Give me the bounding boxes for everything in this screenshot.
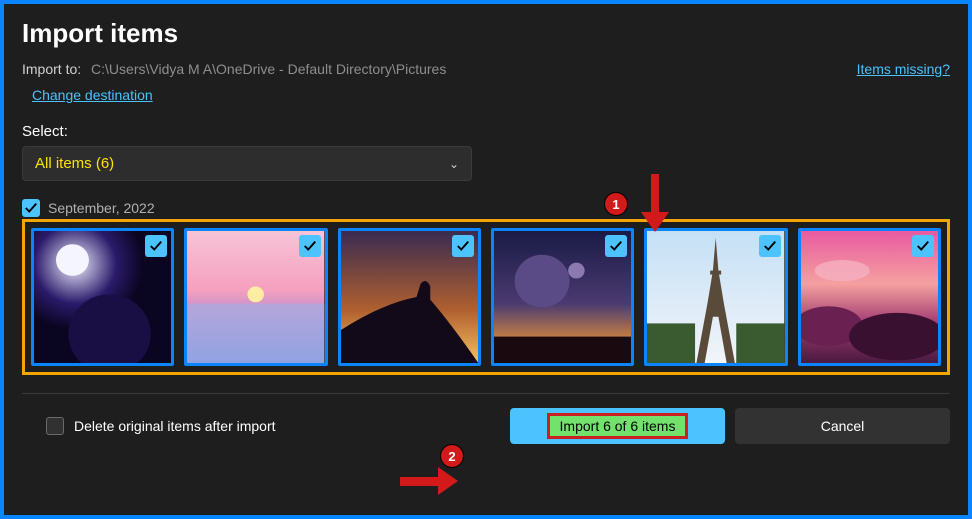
thumbnail-item[interactable] xyxy=(338,228,481,366)
thumbnail-checkbox[interactable] xyxy=(145,235,167,257)
delete-originals-checkbox[interactable] xyxy=(46,417,64,435)
thumbnail-item[interactable] xyxy=(491,228,634,366)
check-icon xyxy=(916,239,930,253)
thumbnail-item[interactable] xyxy=(798,228,941,366)
select-label: Select: xyxy=(22,123,950,140)
change-destination-link[interactable]: Change destination xyxy=(32,87,153,103)
chevron-down-icon: ⌄ xyxy=(449,157,459,171)
import-to-line: Import to: C:\Users\Vidya M A\OneDrive -… xyxy=(22,61,446,77)
check-icon xyxy=(763,239,777,253)
dialog-title: Import items xyxy=(22,18,950,49)
annotation-arrow-right xyxy=(400,472,460,492)
thumbnail-item[interactable] xyxy=(644,228,787,366)
import-to-path: C:\Users\Vidya M A\OneDrive - Default Di… xyxy=(91,61,446,77)
select-value: All items (6) xyxy=(35,155,114,172)
thumbnail-checkbox[interactable] xyxy=(912,235,934,257)
select-dropdown[interactable]: All items (6) ⌄ xyxy=(22,146,472,181)
check-icon xyxy=(456,239,470,253)
delete-originals-label: Delete original items after import xyxy=(74,418,276,434)
thumbnail-item[interactable] xyxy=(31,228,174,366)
annotation-badge-1: 1 xyxy=(604,192,628,216)
divider xyxy=(22,393,950,394)
date-group-label: September, 2022 xyxy=(48,200,155,216)
import-to-label: Import to: xyxy=(22,61,81,77)
thumbnail-item[interactable] xyxy=(184,228,327,366)
thumbnail-checkbox[interactable] xyxy=(299,235,321,257)
thumbnail-gallery xyxy=(22,219,950,375)
check-icon xyxy=(609,239,623,253)
annotation-arrow-down xyxy=(648,174,662,232)
annotation-badge-2: 2 xyxy=(440,444,464,468)
import-button[interactable]: Import 6 of 6 items xyxy=(510,408,725,444)
check-icon xyxy=(24,201,38,215)
thumbnail-checkbox[interactable] xyxy=(605,235,627,257)
cancel-button[interactable]: Cancel xyxy=(735,408,950,444)
check-icon xyxy=(303,239,317,253)
thumbnail-checkbox[interactable] xyxy=(759,235,781,257)
date-group-checkbox[interactable] xyxy=(22,199,40,217)
items-missing-link[interactable]: Items missing? xyxy=(857,61,950,77)
import-button-label: Import 6 of 6 items xyxy=(547,413,689,439)
thumbnail-checkbox[interactable] xyxy=(452,235,474,257)
check-icon xyxy=(149,239,163,253)
